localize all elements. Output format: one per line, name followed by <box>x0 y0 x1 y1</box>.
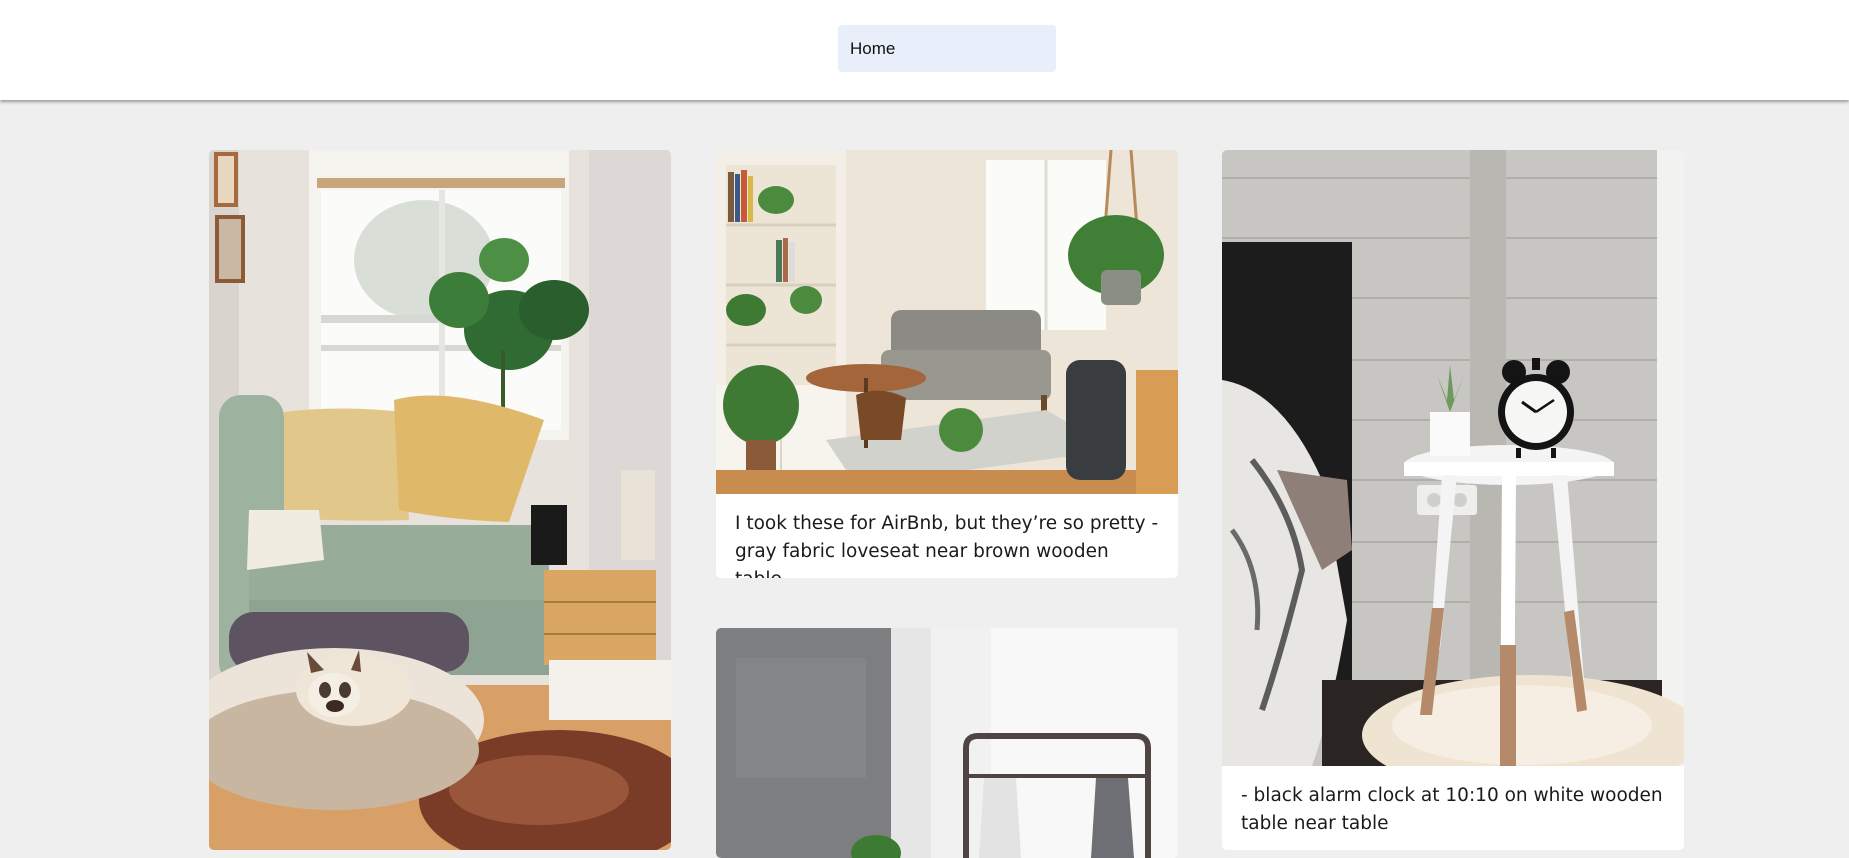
photo-alarm-clock[interactable] <box>1222 150 1684 766</box>
top-navigation-bar: Home <box>0 0 1849 100</box>
photo-clothing-rack[interactable] <box>716 628 1178 858</box>
photo-caption: I took these for AirBnb, but they’re so … <box>735 513 1159 578</box>
page-nav-select[interactable]: Home <box>838 25 1056 72</box>
photo-card-living-room-loveseat[interactable]: I took these for AirBnb, but they’re so … <box>716 150 1178 578</box>
photo-card-alarm-clock[interactable]: - black alarm clock at 10:10 on white wo… <box>1222 150 1684 850</box>
photo-caption: - black alarm clock at 10:10 on white wo… <box>1241 785 1663 834</box>
page-nav-selected-label: Home <box>850 38 896 58</box>
photo-card-clothing-rack[interactable] <box>716 628 1178 858</box>
photo-card-living-room-dog[interactable] <box>209 150 671 850</box>
photo-living-room-dog[interactable] <box>209 150 671 850</box>
photo-living-room-loveseat[interactable] <box>716 150 1178 494</box>
